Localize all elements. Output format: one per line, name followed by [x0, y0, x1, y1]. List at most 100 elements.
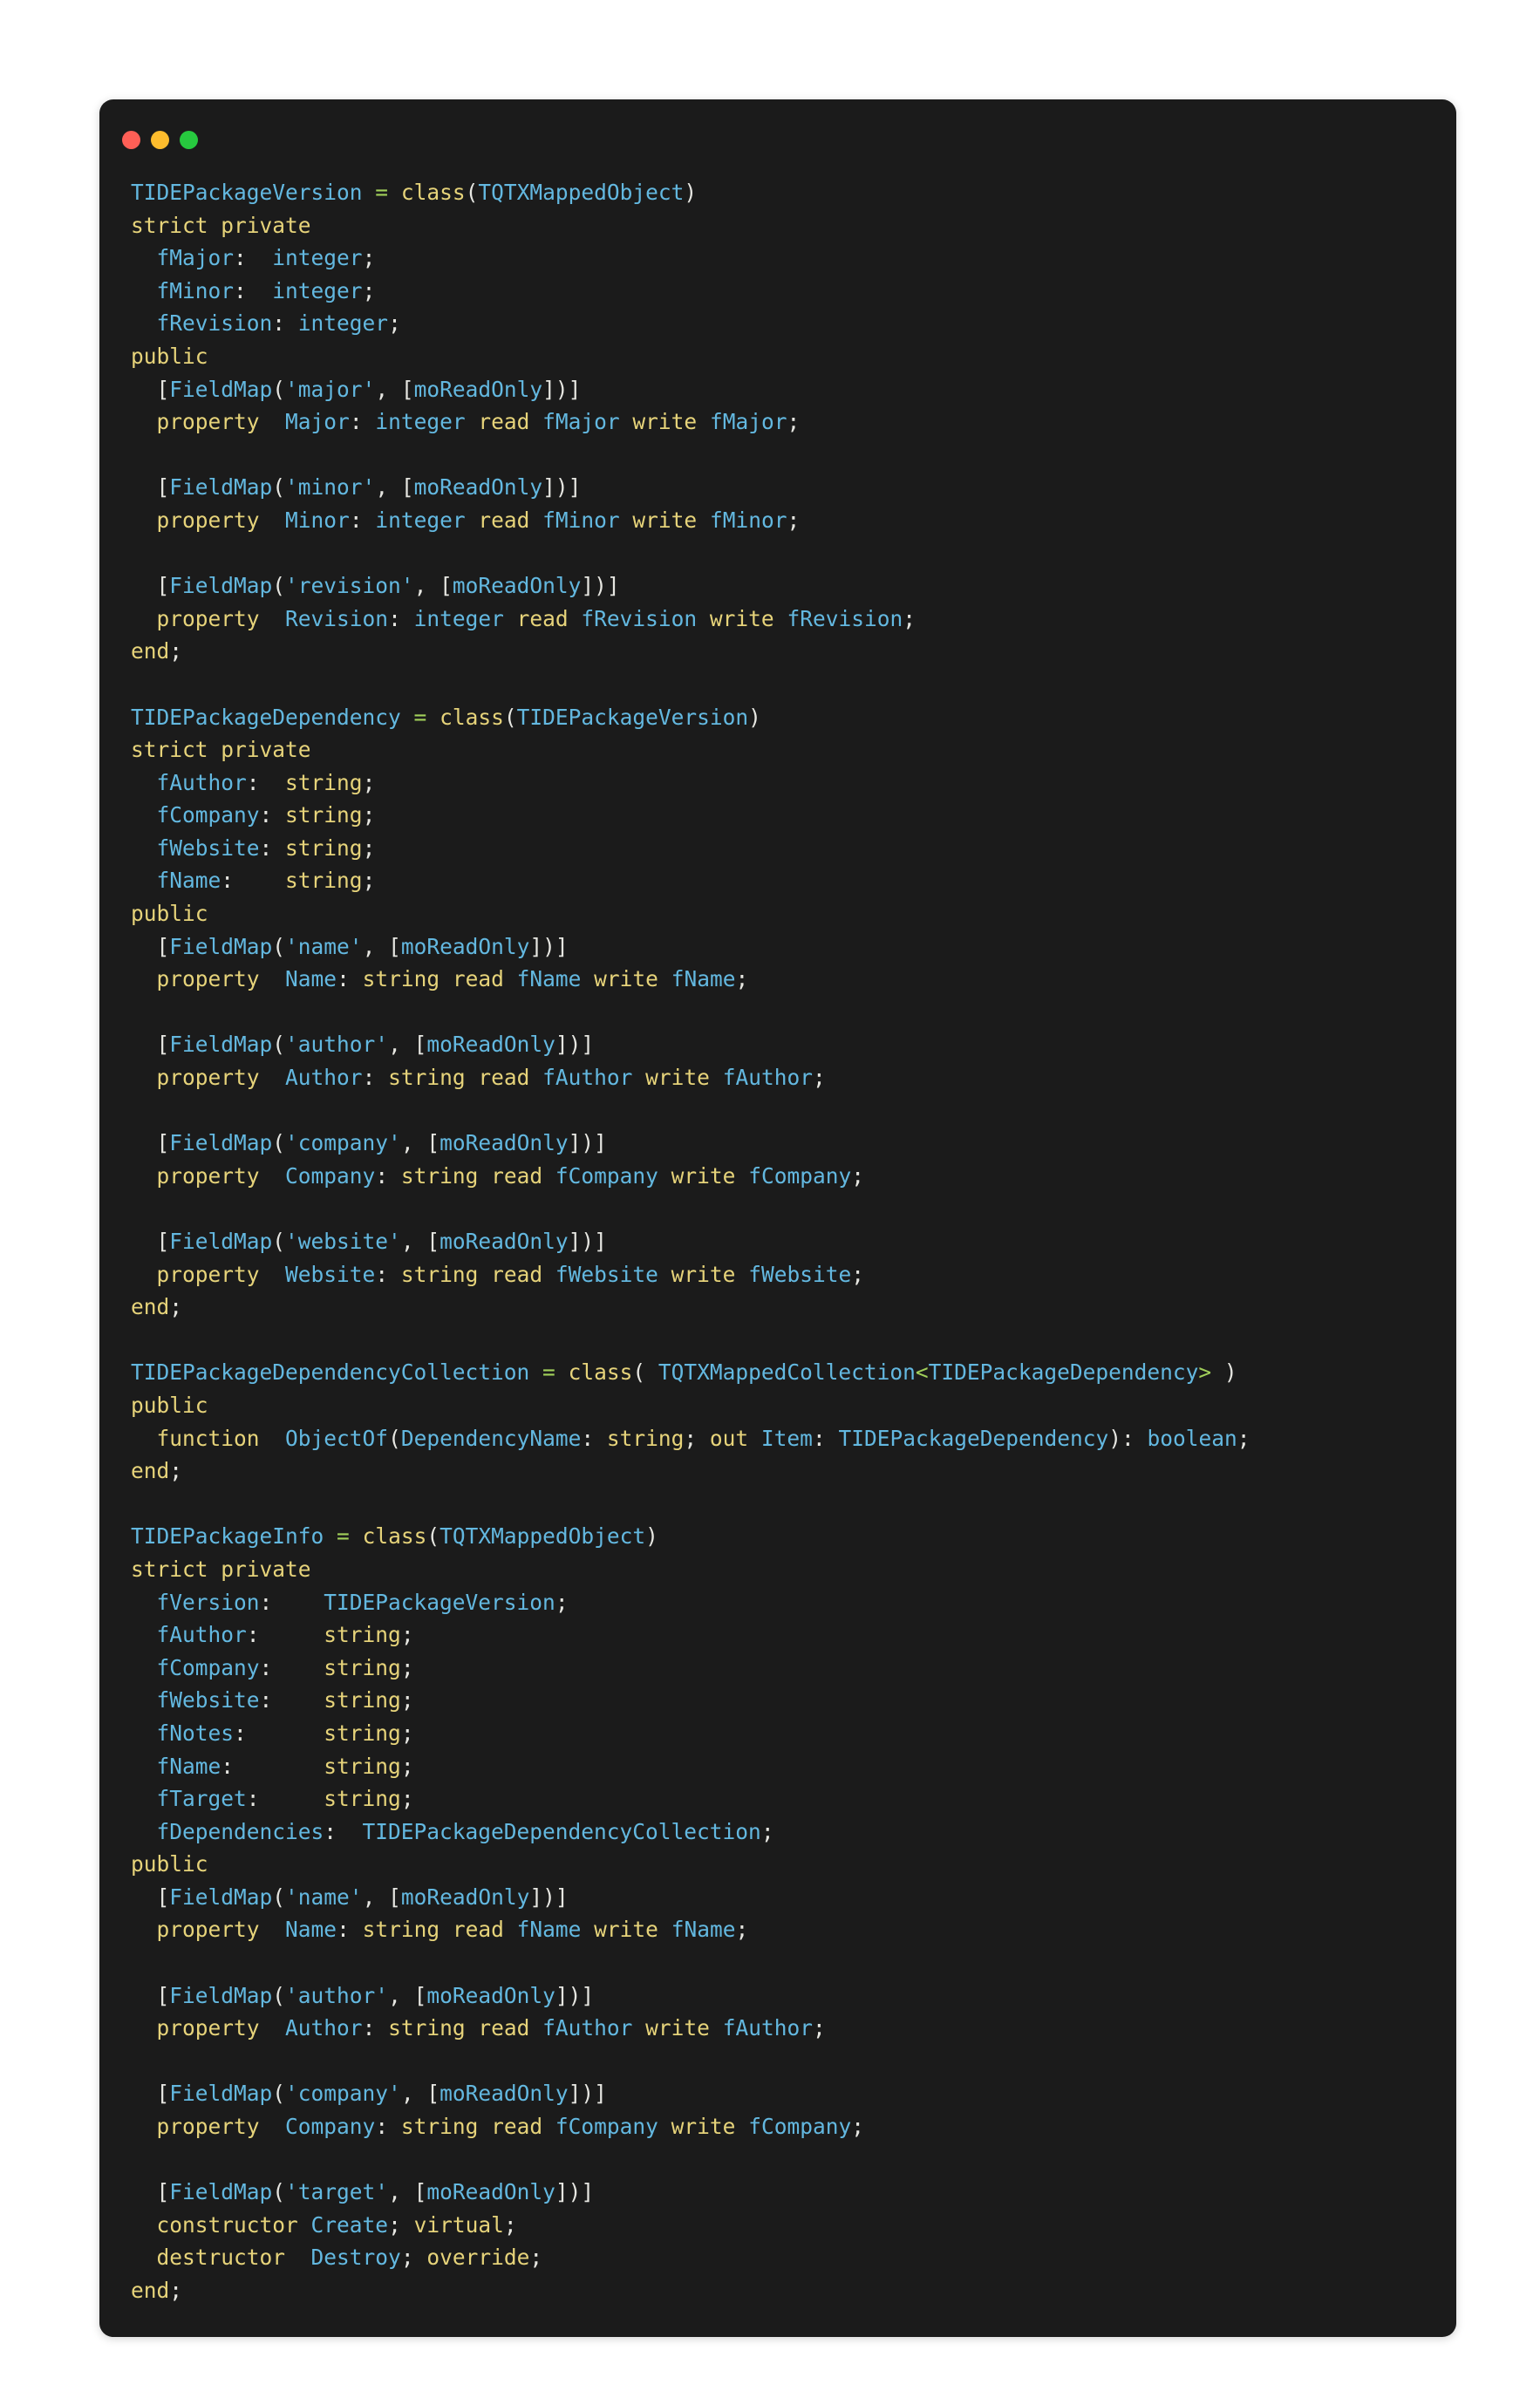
code-token-punct: :: [259, 1687, 324, 1713]
code-token-punct: :: [234, 277, 273, 303]
code-token-punct: ;: [1237, 1425, 1250, 1451]
code-token-type: TIDEPackageVersion: [131, 180, 363, 205]
code-token-kw: string: [324, 1786, 401, 1812]
code-token-punct: :: [324, 1818, 363, 1844]
code-token-kw: property: [156, 2114, 260, 2140]
code-line: property Revision: integer read fRevisio…: [131, 603, 1432, 636]
code-token-punct: [131, 868, 157, 893]
code-token-ident: Name: [285, 1917, 337, 1943]
code-token-type: boolean: [1147, 1425, 1237, 1451]
code-line: fDependencies: TIDEPackageDependencyColl…: [131, 1816, 1432, 1849]
minimize-window-button[interactable]: [151, 130, 169, 149]
code-token-punct: [748, 1426, 761, 1451]
maximize-window-button[interactable]: [180, 130, 198, 149]
code-token-kw: virtual: [413, 2211, 504, 2238]
code-token-kw: class: [568, 1359, 633, 1386]
code-line: public: [131, 340, 1432, 373]
code-token-ident: Item: [760, 1425, 813, 1451]
code-line: end;: [131, 1455, 1432, 1488]
code-listing[interactable]: TIDEPackageVersion = class(TQTXMappedObj…: [99, 160, 1456, 2307]
code-token-punct: [697, 508, 710, 533]
code-token-punct: [: [131, 1032, 170, 1058]
code-token-punct: [697, 409, 710, 434]
code-token-punct: ;: [400, 2245, 427, 2271]
code-token-type: TQTXMappedObject: [440, 1523, 646, 1550]
code-line: fWebsite: string;: [131, 1684, 1432, 1717]
code-token-kw: class: [362, 1523, 427, 1550]
code-token-punct: ;: [362, 769, 376, 795]
code-token-punct: :: [362, 1065, 389, 1091]
code-token-punct: :: [221, 868, 286, 894]
code-token-kw: end: [131, 1294, 170, 1320]
code-token-kw: end: [131, 1458, 170, 1484]
code-token-type: FieldMap: [169, 1982, 273, 2008]
code-token-ident: fCompany: [156, 802, 260, 828]
code-token-kw: property: [156, 507, 260, 533]
code-token-str: 'author': [285, 1032, 389, 1058]
code-token-punct: :: [246, 1786, 324, 1812]
code-token-punct: (: [632, 1359, 658, 1386]
code-token-punct: ])]: [568, 1229, 607, 1254]
code-token-ident: Author: [285, 1065, 363, 1091]
code-token-punct: [260, 409, 286, 434]
code-token-punct: ])]: [542, 376, 582, 402]
code-token-punct: , [: [375, 376, 414, 402]
code-token-punct: [: [131, 1884, 170, 1910]
code-token-type: FieldMap: [169, 573, 273, 599]
code-token-punct: ;: [362, 835, 376, 861]
code-token-punct: [658, 966, 671, 991]
code-token-ident: fNotes: [156, 1720, 235, 1746]
code-token-punct: :: [349, 409, 376, 435]
code-token-kw: string: [324, 1687, 401, 1713]
code-token-kw: read: [478, 507, 530, 533]
code-token-kw: string: [362, 966, 440, 992]
code-token-punct: ): [1211, 1359, 1237, 1386]
code-token-kw: write: [671, 1261, 736, 1287]
code-snippet-window: TIDEPackageVersion = class(TQTXMappedObj…: [99, 99, 1456, 2337]
code-line: [FieldMap('minor', [moReadOnly])]: [131, 471, 1432, 504]
code-token-punct: [131, 278, 157, 303]
code-token-ident: fMinor: [542, 507, 620, 533]
code-token-punct: :: [581, 1425, 607, 1451]
code-token-kw: write: [645, 1065, 710, 1091]
code-token-punct: :: [388, 605, 414, 631]
code-token-punct: [260, 1426, 286, 1451]
code-token-op: >: [1198, 1359, 1212, 1386]
code-line: TIDEPackageDependency = class(TIDEPackag…: [131, 701, 1432, 734]
code-token-punct: [260, 2015, 286, 2041]
code-token-punct: [131, 310, 157, 336]
code-token-punct: [260, 606, 286, 631]
code-token-punct: , [: [362, 933, 401, 959]
code-token-ident: fTarget: [156, 1786, 247, 1812]
code-token-kw: string: [324, 1720, 401, 1746]
code-token-str: 'minor': [285, 474, 376, 501]
code-token-punct: [131, 966, 157, 991]
code-token-kw: string: [400, 2114, 479, 2140]
code-token-ident: fCompany: [156, 1654, 260, 1680]
code-token-punct: ;: [169, 2278, 183, 2303]
code-token-punct: [131, 1720, 157, 1746]
code-token-const: moReadOnly: [400, 933, 530, 959]
code-token-punct: ;: [362, 277, 376, 303]
code-token-punct: [: [131, 376, 170, 402]
code-token-punct: (: [272, 573, 286, 599]
code-token-type: FieldMap: [169, 1884, 273, 1910]
code-token-punct: [: [131, 474, 170, 501]
code-token-const: moReadOnly: [413, 376, 543, 402]
code-token-kw: string: [285, 802, 363, 828]
code-token-punct: [131, 1590, 157, 1615]
code-token-ident: Name: [285, 966, 337, 992]
code-token-op: =: [375, 180, 389, 205]
code-token-kw: write: [632, 507, 698, 533]
code-token-op: =: [413, 704, 427, 730]
close-window-button[interactable]: [122, 130, 140, 149]
code-token-type: FieldMap: [169, 2081, 273, 2107]
code-token-str: 'company': [285, 1130, 401, 1156]
code-token-kw: read: [491, 1261, 543, 1287]
code-token-punct: ;: [400, 1720, 414, 1746]
code-token-type: FieldMap: [169, 2179, 273, 2205]
code-token-punct: [632, 2015, 645, 2041]
